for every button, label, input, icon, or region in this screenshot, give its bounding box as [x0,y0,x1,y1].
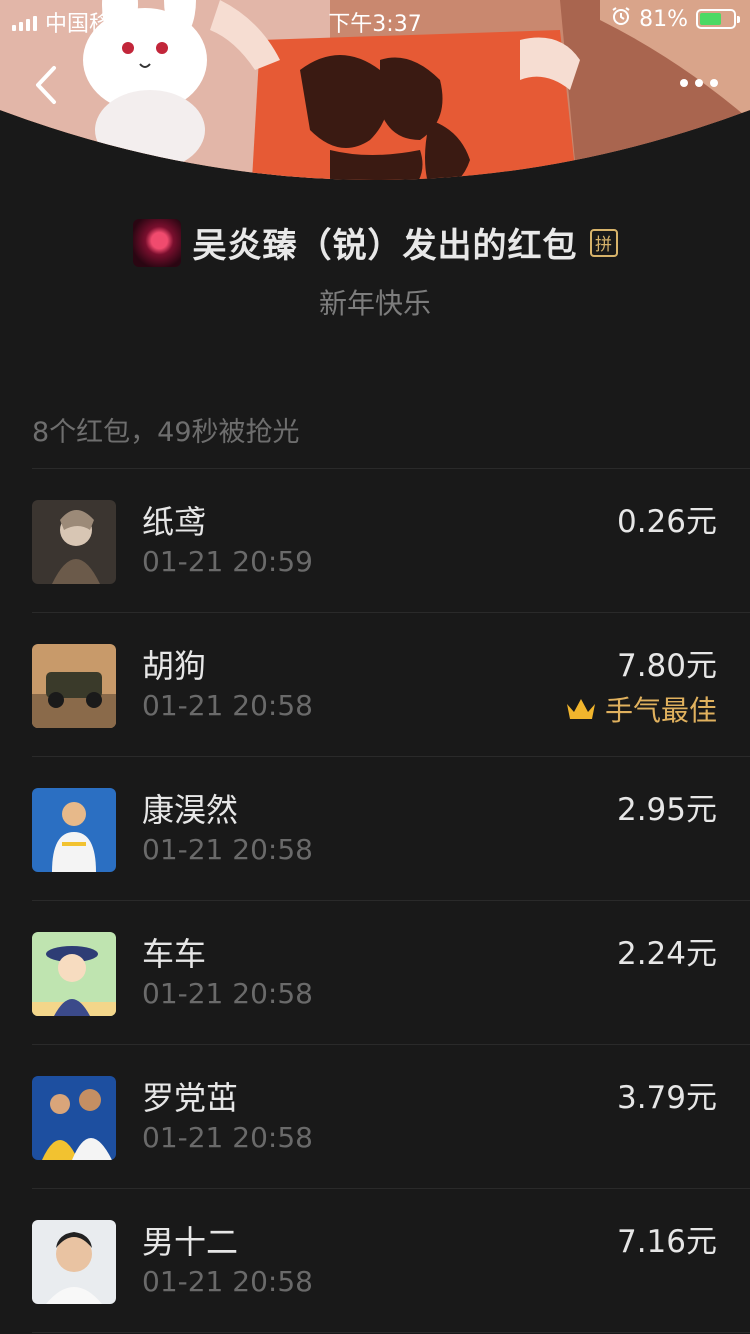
battery-percent: 81% [639,6,688,32]
recipient-name: 罗党茁 [142,1079,239,1117]
recipient-name: 康淏然 [142,791,239,829]
packet-wish: 新年快乐 [318,287,431,320]
recipient-name: 胡狗 [142,647,207,685]
back-button[interactable] [28,60,68,110]
claim-amount: 0.26元 [616,504,717,540]
more-dot-icon [710,79,718,87]
status-bar: 中国移动 4G 下午3:37 81% [0,0,750,40]
basketball-player-avatar[interactable] [32,788,116,872]
status-right: 81% [611,6,740,32]
recipient-name: 纸鸢 [142,503,207,541]
race-car-avatar[interactable] [32,644,116,728]
recipient-name: 男十二 [142,1223,239,1261]
sender-avatar[interactable] [132,218,181,267]
battery-icon [696,9,740,29]
packet-title-row: 吴炎臻（锐）发出的红包 拼 [0,215,750,270]
claim-amount: 2.24元 [616,936,717,972]
packet-summary: 8个红包，49秒被抢光 [32,417,300,448]
claim-time: 01-21 20:58 [142,1121,313,1154]
list-item[interactable]: 罗党茁 01-21 20:58 3.79元 [0,1045,750,1189]
list-item[interactable]: 男十二 01-21 20:58 7.16元 [0,1189,750,1333]
claim-records-list: 纸鸢 01-21 20:59 0.26元胡狗 01-21 20:58 7.80元手气最佳… [0,469,750,1333]
best-luck-badge: 手气最佳 [565,689,717,729]
anime-character-avatar[interactable] [32,500,116,584]
more-dot-icon [695,79,703,87]
claim-amount: 7.16元 [616,1224,717,1260]
battery-level-fill [700,13,721,25]
more-options-button[interactable] [674,66,724,100]
more-dot-icon [680,79,688,87]
claim-amount: 2.95元 [616,792,717,828]
list-item[interactable]: 纸鸢 01-21 20:59 0.26元 [0,469,750,613]
claim-time: 01-21 20:59 [142,545,313,578]
claim-amount: 3.79元 [616,1080,717,1116]
chevron-left-icon [36,66,56,104]
claim-time: 01-21 20:58 [142,689,313,722]
basketball-players-avatar[interactable] [32,1076,116,1160]
pin-badge: 拼 [589,228,618,257]
list-item[interactable]: 康淏然 01-21 20:58 2.95元 [0,757,750,901]
packet-title: 吴炎臻（锐）发出的红包 [192,226,578,266]
claim-time: 01-21 20:58 [142,977,313,1010]
crown-icon [566,699,595,719]
claim-time: 01-21 20:58 [142,833,313,866]
list-item[interactable]: 胡狗 01-21 20:58 7.80元手气最佳 [0,613,750,757]
recipient-name: 车车 [142,935,207,973]
cartoon-boy-avatar[interactable] [32,932,116,1016]
best-luck-label: 手气最佳 [604,694,717,727]
person-photo-avatar[interactable] [32,1220,116,1304]
claim-amount: 7.80元 [616,648,717,684]
list-item[interactable]: 车车 01-21 20:58 2.24元 [0,901,750,1045]
alarm-icon [611,6,631,32]
claim-time: 01-21 20:58 [142,1265,313,1298]
